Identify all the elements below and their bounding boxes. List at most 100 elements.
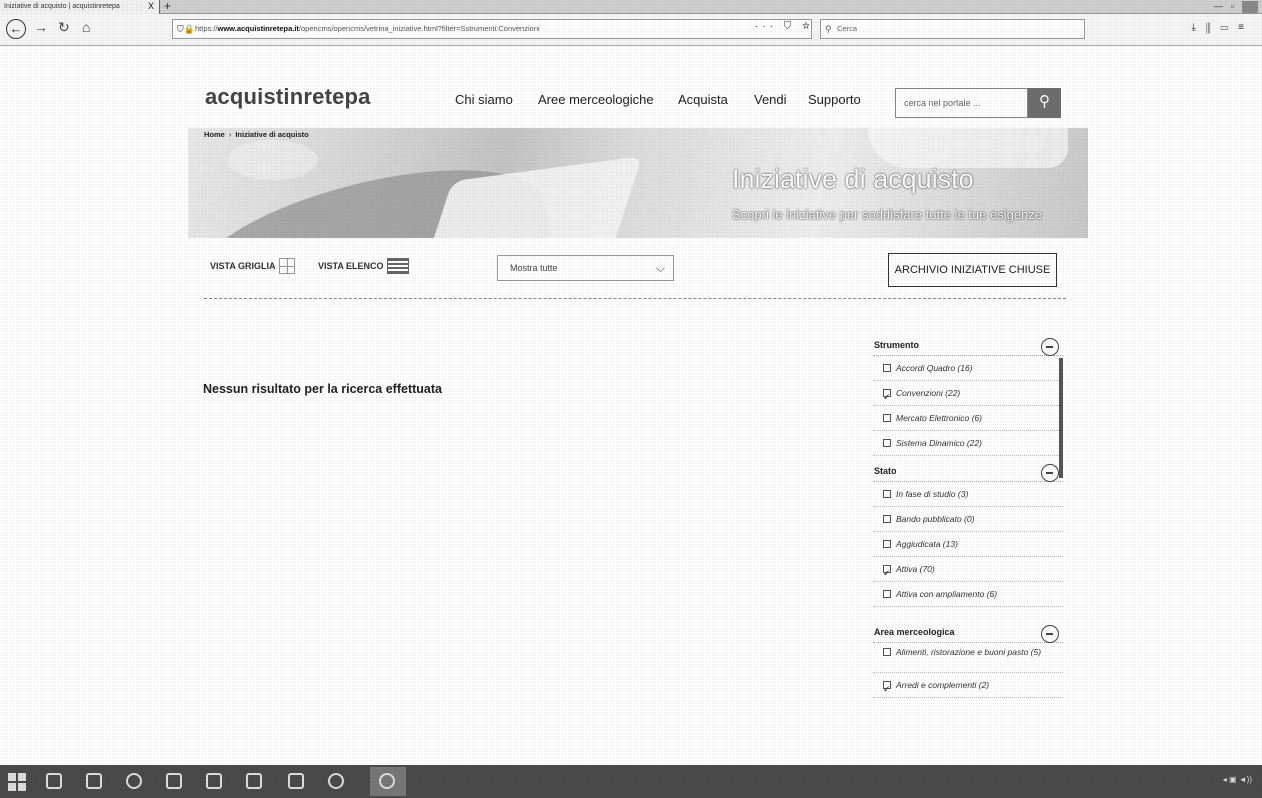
filter-item-label: Alimenti, ristorazione e buoni pasto (5) — [896, 647, 1042, 657]
url-path: /opencms/opencms/vetrina_iniziative.html… — [298, 24, 540, 33]
reload-icon[interactable]: ↻ — [58, 19, 70, 36]
search-icon: ⚲ — [1039, 93, 1050, 110]
filter-item[interactable]: In fase di studio (3) — [873, 482, 1063, 507]
browser-search-input[interactable]: ⚲ Cerca — [820, 19, 1085, 39]
forward-icon[interactable]: → — [34, 19, 48, 35]
app-icon[interactable] — [288, 773, 304, 789]
filter-select[interactable]: Mostra tutte ⌵ — [497, 255, 674, 281]
checkbox[interactable] — [883, 490, 891, 498]
checkbox[interactable] — [883, 414, 891, 422]
app-icon[interactable] — [206, 773, 222, 789]
site-logo[interactable]: acquistinretepa — [205, 84, 371, 110]
nav-acquista[interactable]: Acquista — [678, 92, 728, 107]
checkbox[interactable] — [883, 540, 891, 548]
windows-start-icon[interactable] — [8, 773, 26, 791]
checkbox[interactable] — [883, 515, 891, 523]
url-bar[interactable]: ⛉🔒 https://www.acquistinretepa.it/opencm… — [172, 19, 812, 39]
breadcrumb-separator-icon: › — [228, 130, 232, 139]
checkbox[interactable] — [883, 590, 891, 598]
filter-item[interactable]: Bando pubblicato (0) — [873, 507, 1063, 532]
collapse-icon[interactable] — [1041, 338, 1059, 356]
download-icon[interactable]: ⤓ — [1192, 22, 1206, 33]
close-window-icon[interactable] — [1242, 1, 1258, 13]
os-taskbar: ◂ ▣ ◄)) — [0, 765, 1262, 798]
filter-select-value: Mostra tutte — [510, 263, 558, 273]
filter-item[interactable]: Arredi e complementi (2) — [873, 673, 1063, 698]
filter-group-title[interactable]: Stato — [873, 456, 1063, 482]
checkbox-checked[interactable] — [883, 677, 891, 697]
ie-icon[interactable] — [126, 773, 142, 789]
checkbox[interactable] — [883, 648, 891, 656]
checkbox-checked[interactable] — [883, 561, 891, 581]
no-results-message: Nessun risultato per la ricerca effettua… — [203, 382, 442, 396]
list-view-label: VISTA ELENCO — [318, 261, 384, 271]
browser-search-placeholder: Cerca — [837, 24, 858, 33]
grid-view-toggle[interactable]: VISTA GRIGLIA — [210, 258, 295, 274]
breadcrumb-current: Iniziative di acquisto — [235, 130, 309, 139]
nav-vendi[interactable]: Vendi — [754, 92, 787, 107]
filter-item-label: Accordi Quadro (16) — [896, 363, 973, 373]
filter-item-label: Convenzioni (22) — [896, 388, 961, 398]
breadcrumb-home[interactable]: Home — [204, 130, 225, 139]
filter-item-label: In fase di studio (3) — [896, 489, 969, 499]
close-tab-icon[interactable]: X — [148, 0, 154, 13]
app-icon[interactable] — [166, 773, 182, 789]
file-explorer-icon[interactable] — [46, 773, 62, 789]
nav-chi-siamo[interactable]: Chi siamo — [455, 92, 513, 107]
collapse-icon[interactable] — [1041, 464, 1059, 482]
filter-item[interactable]: Alimenti, ristorazione e buoni pasto (5) — [873, 643, 1063, 673]
filter-group-stato: Stato In fase di studio (3) Bando pubbli… — [873, 456, 1063, 607]
filter-group-title[interactable]: Area merceologica — [873, 617, 1063, 643]
filter-item[interactable]: Convenzioni (22) — [873, 381, 1063, 406]
nav-supporto[interactable]: Supporto — [808, 92, 861, 107]
page-title: Iniziative di acquisto — [732, 164, 974, 194]
grid-icon — [278, 258, 295, 274]
filter-item[interactable]: Attiva con ampliamento (6) — [873, 582, 1063, 607]
firefox-icon[interactable] — [379, 773, 395, 789]
library-icon[interactable]: ⫼ — [1206, 22, 1221, 33]
list-view-toggle[interactable]: VISTA ELENCO — [318, 258, 409, 274]
filter-group-title[interactable]: Strumento — [873, 330, 1063, 356]
filter-item[interactable]: Attiva (70) — [873, 557, 1063, 582]
window-controls: —▫ — [1214, 1, 1258, 13]
back-icon[interactable]: ← — [6, 19, 26, 39]
minimize-icon[interactable]: — — [1214, 1, 1231, 11]
filter-item[interactable]: Aggiudicata (13) — [873, 532, 1063, 557]
browser-tab-bar: Iniziative di acquisto | acquistinretepa… — [0, 0, 1262, 14]
app-icon[interactable] — [86, 773, 102, 789]
lock-icon: ⛉🔒 — [177, 24, 195, 34]
filter-item[interactable]: Sistema Dinamico (22) — [873, 431, 1063, 456]
system-tray[interactable]: ◂ ▣ ◄)) — [1223, 775, 1252, 784]
checkbox[interactable] — [883, 364, 891, 372]
filter-item-label: Bando pubblicato (0) — [896, 514, 975, 524]
filter-item-label: Attiva con ampliamento (6) — [896, 589, 998, 599]
chrome-icon[interactable] — [328, 773, 344, 789]
url-prefix: https:// — [195, 24, 218, 33]
sidebar-icon[interactable]: ▭ — [1221, 22, 1239, 33]
filter-title-stato: Stato — [874, 466, 897, 476]
filter-item[interactable]: Mercato Elettronico (6) — [873, 406, 1063, 431]
chevron-down-icon: ⌵ — [655, 261, 665, 275]
checkbox[interactable] — [883, 439, 891, 447]
collapse-icon[interactable] — [1041, 625, 1059, 643]
filter-item[interactable]: Accordi Quadro (16) — [873, 356, 1063, 381]
search-icon: ⚲ — [825, 24, 832, 34]
browser-toolbar: ← → ↻ ⌂ ⛉🔒 https://www.acquistinretepa.i… — [0, 14, 1262, 46]
filter-group-area-merceologica: Area merceologica Alimenti, ristorazione… — [873, 617, 1063, 698]
browser-tab[interactable]: Iniziative di acquisto | acquistinretepa… — [0, 0, 160, 14]
menu-icon[interactable]: ≡ — [1238, 22, 1254, 33]
app-icon[interactable] — [246, 773, 262, 789]
list-icon — [386, 258, 409, 274]
site-search-button[interactable]: ⚲ — [1028, 88, 1061, 118]
nav-aree-merceologiche[interactable]: Aree merceologiche — [538, 92, 654, 107]
checkbox-checked[interactable] — [883, 385, 891, 405]
home-icon[interactable]: ⌂ — [82, 19, 90, 35]
maximize-icon[interactable]: ▫ — [1231, 1, 1242, 11]
grid-view-label: VISTA GRIGLIA — [210, 261, 276, 271]
page-actions-icon[interactable]: ··· ⛉ ☆ — [755, 21, 814, 32]
tab-title: Iniziative di acquisto | acquistinretepa — [4, 3, 120, 10]
breadcrumb: Home › Iniziative di acquisto — [204, 130, 309, 139]
archive-button[interactable]: ARCHIVIO INIZIATIVE CHIUSE — [888, 253, 1057, 287]
new-tab-button[interactable]: + — [164, 0, 171, 13]
site-search-input[interactable]: cerca nel portale ... — [895, 88, 1028, 118]
